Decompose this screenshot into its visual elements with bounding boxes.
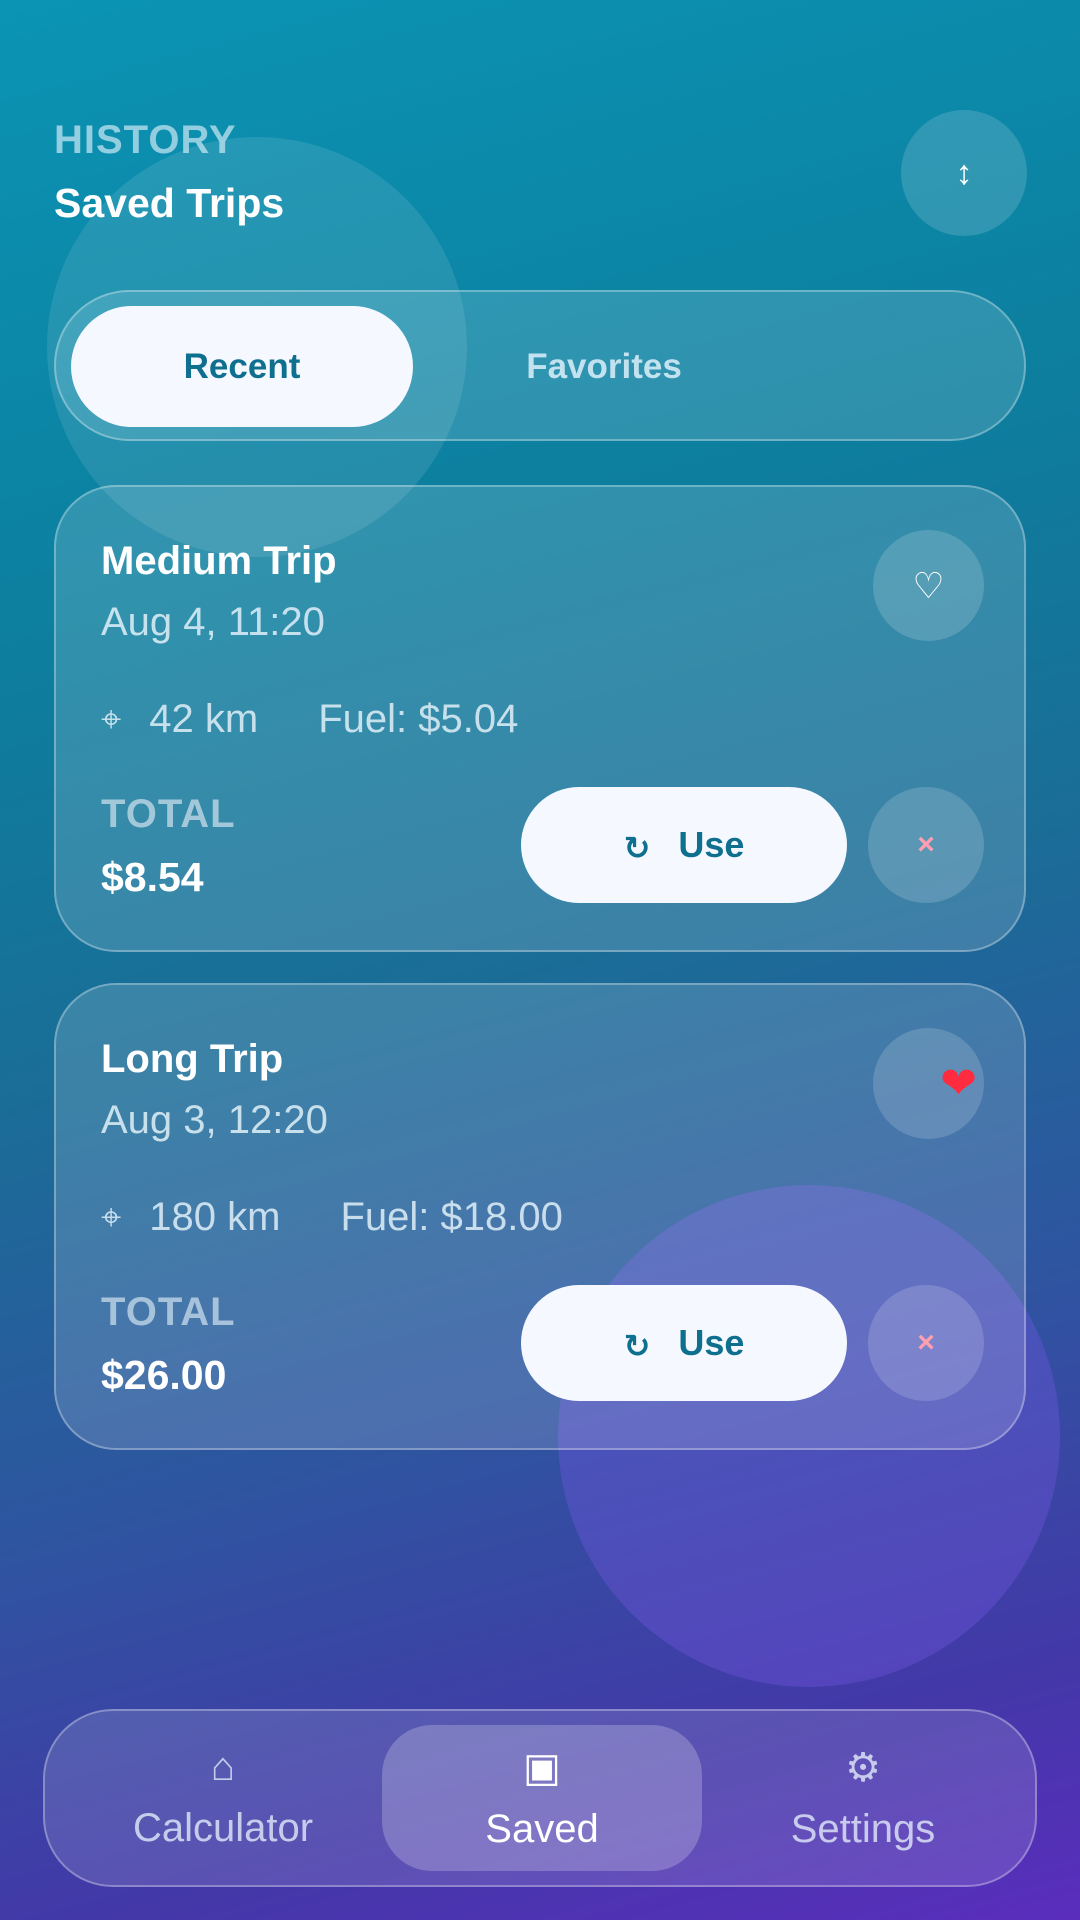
nav-item-calculator[interactable]: ⌂ Calculator (63, 1725, 383, 1871)
trip-stats: ⌖ 180 km Fuel: $18.00 (101, 1195, 563, 1240)
trip-card: Medium Trip Aug 4, 11:20 ♡ ⌖ 42 km Fuel:… (54, 485, 1026, 952)
sort-button[interactable]: ↕ (901, 110, 1027, 236)
trip-title: Medium Trip (101, 539, 337, 583)
nav-item-settings[interactable]: ⚙ Settings (703, 1725, 1023, 1871)
total-label: TOTAL (101, 1290, 236, 1334)
trip-date: Aug 4, 11:20 (101, 600, 325, 644)
favorite-button[interactable]: ♡ (873, 530, 984, 641)
nav-label: Saved (485, 1806, 599, 1851)
trip-distance: 42 km (149, 697, 259, 741)
total-value: $26.00 (101, 1352, 227, 1398)
total-value: $8.54 (101, 854, 204, 900)
trip-fuel: Fuel: $5.04 (318, 697, 519, 741)
delete-button[interactable]: × (868, 1285, 984, 1401)
location-icon: ⌖ (101, 698, 122, 739)
sort-icon: ↕ (955, 153, 973, 192)
tab-favorites[interactable]: Favorites (433, 306, 775, 427)
section-eyebrow: HISTORY (54, 118, 237, 162)
saved-icon: ▣ (523, 1745, 561, 1790)
use-label: Use (678, 824, 745, 865)
close-icon: × (917, 828, 935, 861)
total-label: TOTAL (101, 792, 236, 836)
nav-item-saved[interactable]: ▣ Saved (382, 1725, 702, 1871)
tab-recent[interactable]: Recent (71, 306, 413, 427)
refresh-icon: ↻ (623, 1328, 651, 1364)
nav-label: Settings (790, 1806, 936, 1851)
trip-distance: 180 km (149, 1195, 281, 1239)
trip-date: Aug 3, 12:20 (101, 1098, 328, 1142)
nav-label: Calculator (132, 1806, 314, 1850)
use-button[interactable]: ↻ Use (521, 787, 847, 903)
favorite-button[interactable]: ❤ (873, 1028, 984, 1139)
trip-card: Long Trip Aug 3, 12:20 ❤ ⌖ 180 km Fuel: … (54, 983, 1026, 1450)
home-icon: ⌂ (210, 1745, 236, 1789)
trip-title: Long Trip (101, 1037, 284, 1081)
use-label: Use (678, 1322, 745, 1363)
segmented-control: Recent Favorites (54, 290, 1026, 441)
delete-button[interactable]: × (868, 787, 984, 903)
refresh-icon: ↻ (623, 830, 651, 866)
trip-stats: ⌖ 42 km Fuel: $5.04 (101, 697, 518, 742)
heart-outline-icon: ♡ (912, 564, 945, 606)
close-icon: × (917, 1326, 935, 1359)
page-title: Saved Trips (54, 180, 285, 226)
bottom-nav: ⌂ Calculator ▣ Saved ⚙ Settings (43, 1709, 1037, 1887)
trip-fuel: Fuel: $18.00 (340, 1195, 563, 1239)
heart-filled-icon: ❤ (940, 1059, 977, 1108)
gear-icon: ⚙ (845, 1745, 881, 1790)
use-button[interactable]: ↻ Use (521, 1285, 847, 1401)
location-icon: ⌖ (101, 1196, 122, 1237)
